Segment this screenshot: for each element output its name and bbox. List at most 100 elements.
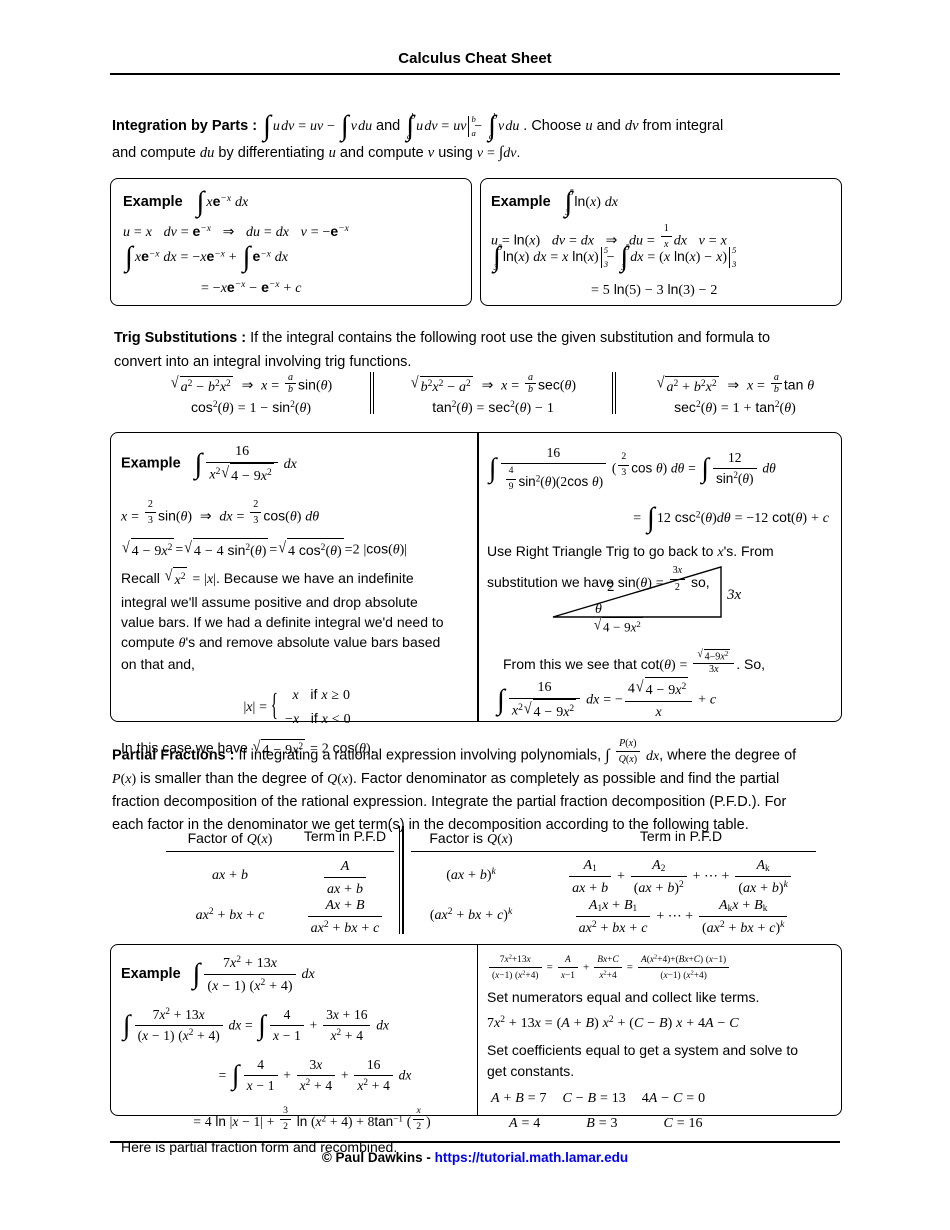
section-label-trig-substitutions: Trig Substitutions : (114, 330, 247, 346)
trigsub-divider-2 (611, 372, 617, 414)
trigsub-right-text-line1: Use Right Triangle Trig to go back to x'… (487, 543, 774, 561)
trigsub-body-line1: If the integral contains the following r… (250, 330, 771, 346)
pf-row1-term-right: A1 ax + b + A2 (ax + b)2 + ⋯ + Ak (ax + b)k (541, 854, 819, 899)
pf-solution-B: B = 3 (586, 1116, 618, 1132)
pf-example-line2: = ∫ 4 x − 1 + 3x x2 + 4 + 16 x2 + 4 dx (121, 1055, 473, 1097)
example-box-partial-fractions: Example ∫ 7x2 + 13x (x − 1) (x2 + 4) dx ∫ 7… (110, 944, 842, 1155)
pf-table-header-1: Factor of Q(x) (187, 830, 273, 847)
trigsub-box-divider (477, 433, 479, 721)
pf-example-right-text2: Set coefficients equal to get a system a… (487, 1040, 837, 1082)
pf-table-divider (398, 826, 404, 934)
example-label-trigsub: Example (121, 455, 181, 472)
trigsub-heading: Example ∫16x24 − 9x2 dx (121, 441, 473, 487)
trigsub-text-line4: compute θ's and remove absolute value ba… (121, 634, 441, 652)
ibp-var-v: v (427, 145, 435, 161)
triangle-adjacent-label: 4 − 9x2 (593, 617, 644, 636)
section-integration-by-parts: Integration by Parts : ∫ u dv = uv − ∫ v d… (112, 110, 842, 166)
pf-example-solution: A = 4 B = 3 C = 16 (487, 1112, 837, 1134)
pf-row2-term-left: Ax + Bax2 + bx + c (296, 894, 394, 939)
pf-solution-A: A = 4 (509, 1116, 541, 1132)
example-label-partial-fractions: Example (121, 966, 181, 983)
trigsub-text-line2: integral we'll assume positive and drop … (121, 593, 418, 610)
pf-example-integral: ∫ 7x2 + 13x (x − 1) (x2 + 4) dx (191, 955, 315, 994)
ibp-text-choose: . Choose (523, 118, 582, 135)
pf-solution-C: C = 16 (663, 1116, 703, 1132)
ibp-var-u: u (585, 118, 593, 135)
pf-table-header-4: Term in P.F.D (639, 828, 723, 844)
footer-url-link[interactable]: https://tutorial.math.lamar.edu (435, 1150, 629, 1165)
ibp-left-setup: u = x dv = e−x ⇒ du = dx v = −e−x (123, 223, 349, 240)
pf-table-rule-left (166, 851, 394, 853)
trigsub-body-line2: convert into an integral involving trig … (114, 353, 412, 370)
ibp-right-result: = 5 ln(5) − 3 ln(3) − 2 (591, 281, 718, 298)
pf-example-decomposition: 7x2+13x (x−1) (x2+4) = Ax−1 + Bx+C x2+4 = … (487, 952, 837, 983)
pf-body-line1a: If integrating a rational expression inv… (238, 747, 602, 764)
pf-example-system: A + B = 7 C − B = 13 4A − C = 0 (487, 1087, 837, 1109)
trigsub-case-2-line1: b2x2 − a2 ⇒ x = absec(θ) (385, 372, 601, 396)
ibp-left-result: = −xe−x − e−x + c (201, 279, 302, 296)
ibp-text-and-compute: and compute (112, 145, 196, 161)
ibp-formula-indefinite: ∫ u dv = uv − ∫ v du (263, 110, 373, 142)
trigsub-case-1-line1: a2 − b2x2 ⇒ x = absin(θ) (143, 372, 359, 396)
ibp-left-integral: ∫ xe−x dx (196, 186, 249, 218)
pf-body-line3: fraction decomposition of the rational e… (112, 793, 787, 810)
ibp-right-integral: ∫ 5 3 ln(x) dx (564, 186, 618, 218)
pf-example-line3: = 4 ln |x − 1| + 32 ln (x2 + 4) + 8tan−1… (121, 1104, 473, 1134)
trigsub-root-simplification: 4 − 9x2=4 − 4 sin2(θ)=4 cos2(θ)=2 |cos(θ… (121, 538, 473, 562)
ibp-formula-definite: ∫ b a u dv = uv b a − ∫ b a v du (406, 110, 520, 142)
pf-right-text2-line2: get constants. (487, 1063, 575, 1080)
ibp-text-from-integral: from integral (642, 118, 724, 135)
ibp-var-dv: dv (624, 118, 639, 135)
trigsub-right-column: ∫ 16 4 9 sin2(θ)(2cos θ) (2 3 cos θ) dθ = ∫ 12 s… (487, 441, 837, 720)
pf-box-divider (477, 945, 479, 1115)
pf-right-text2-line1: Set coefficients equal to get a system a… (487, 1042, 799, 1059)
section-label-partial-fractions: Partial Fractions : (112, 747, 235, 764)
pf-integrand: ∫ P(x) Q(x) dx (605, 738, 659, 765)
ibp-left-heading: Example ∫ xe−x dx (123, 188, 248, 217)
ibp-v-definition: v = ∫dv. (476, 144, 521, 161)
ibp-text-by-diff: by differentiating (218, 145, 325, 161)
trigsub-final-result: ∫16x24 − 9x2 dx = −44 − 9x2x + c (495, 677, 716, 723)
ibp-var-du: du (199, 145, 215, 161)
pf-example-line1: ∫ 7x2 + 13x (x − 1) (x2 + 4) dx = ∫ 4 x − 1 … (121, 1005, 473, 1047)
pf-var-P: P(x) (112, 771, 137, 787)
pf-body-line2a: is smaller than the degree of (140, 770, 324, 787)
pf-row2-factor-right: (ax2 + bx + c)k (429, 907, 513, 923)
pf-example-heading: Example ∫ 7x2 + 13x (x − 1) (x2 + 4) dx (121, 952, 473, 997)
trigsub-text-line3: value bars. If we had a definite integra… (121, 613, 444, 630)
pf-row2-factor-left: ax2 + bx + c (195, 907, 265, 923)
trigsub-cot-result: From this we see that cot(θ) = 4−9x23x. … (503, 649, 765, 675)
trigsub-left-column: Example ∫16x24 − 9x2 dx x = 23sin(θ) ⇒ d… (121, 441, 473, 759)
pf-system-eq-1: A + B = 7 (491, 1091, 547, 1107)
pf-example-left-column: Example ∫ 7x2 + 13x (x − 1) (x2 + 4) dx ∫ 7… (121, 952, 473, 1155)
ibp-text-and-compute2: and compute (339, 145, 424, 161)
triangle-angle-label: θ (595, 602, 602, 617)
pf-system-eq-3: 4A − C = 0 (641, 1091, 706, 1107)
ibp-text-and: and (596, 118, 621, 135)
pf-table-rule-right (411, 851, 816, 853)
pf-body-line1b: , where the degree of (659, 747, 797, 764)
example-box-ibp-left: Example ∫ xe−x dx u = x dv = e−x ⇒ du = d… (110, 178, 472, 306)
page-title: Calculus Cheat Sheet (398, 50, 552, 67)
trigsub-case-3: a2 + b2x2 ⇒ x = abtan θ sec2(θ) = 1 + ta… (627, 372, 843, 417)
trigsub-explanation: Recall x2 = |x|. Because we have an inde… (121, 567, 473, 674)
trigsub-case-1: a2 − b2x2 ⇒ x = absin(θ) cos2(θ) = 1 − s… (143, 372, 359, 417)
trigsub-case-2: b2x2 − a2 ⇒ x = absec(θ) tan2(θ) = sec2(… (385, 372, 601, 417)
trigsub-case-1-identity: cos2(θ) = 1 − sin2(θ) (191, 398, 312, 416)
section-label-integration-by-parts: Integration by Parts : (112, 118, 258, 135)
section-partial-fractions: Partial Fractions : If integrating a rat… (112, 736, 844, 837)
footer: © Paul Dawkins - https://tutorial.math.l… (110, 1150, 840, 1165)
trigsub-substitution: x = 2 3 sin(θ) ⇒ dx = 2 3 cos(θ) dθ (121, 497, 473, 528)
triangle-opposite-label: 3x (726, 587, 742, 603)
pf-table-header-3: Factor is Q(x) (429, 830, 513, 847)
ibp-left-work: ∫ xe−x dx = −xe−x + ∫ e−x dx (125, 241, 289, 273)
trigsub-text-line1: Recall x2 = |x|. Because we have an inde… (121, 567, 414, 588)
pf-example-right-text1: Set numerators equal and collect like te… (487, 989, 760, 1006)
trigsub-right-line1: ∫ 16 4 9 sin2(θ)(2cos θ) (2 3 cos θ) dθ = ∫ 12 s… (487, 443, 837, 494)
header-divider (110, 73, 840, 75)
trigsub-case-3-line1: a2 + b2x2 ⇒ x = abtan θ (627, 372, 843, 396)
triangle-hypotenuse-label: 2 (607, 579, 615, 595)
triangle-svg: 2 3x θ (552, 566, 742, 618)
trigsub-divider-1 (369, 372, 375, 414)
ibp-var-u2: u (328, 145, 336, 161)
